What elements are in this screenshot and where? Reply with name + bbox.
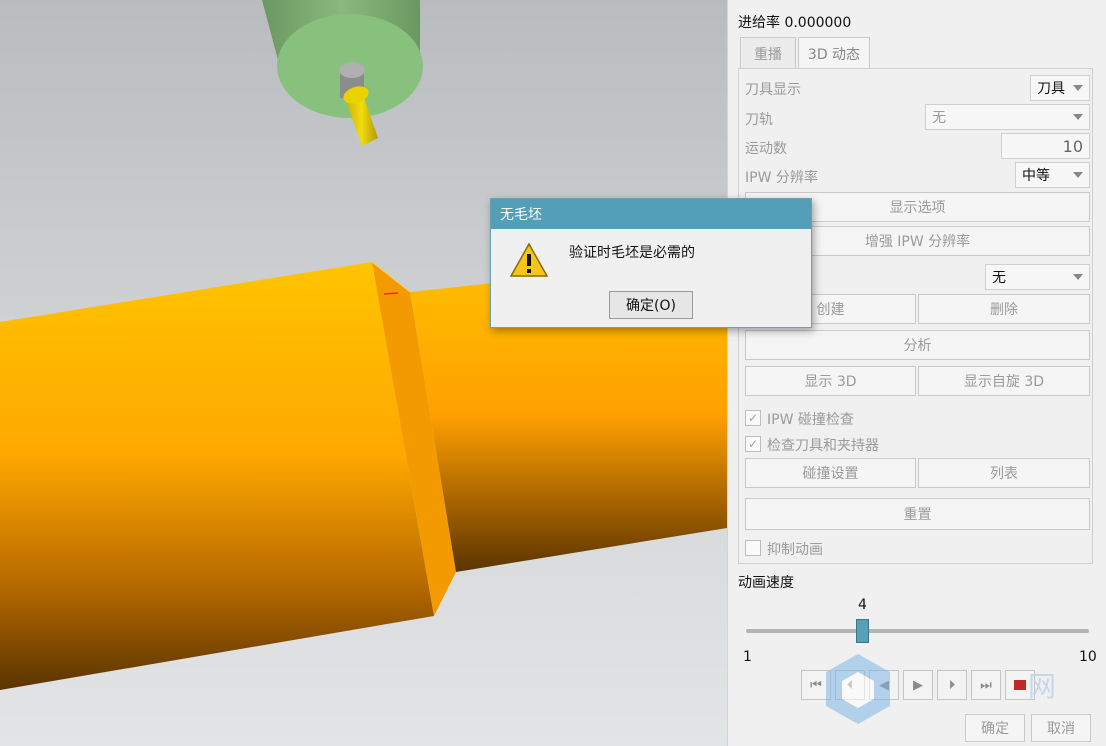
animation-speed-label: 动画速度 [738,575,794,591]
feed-rate-label: 进给率 0.000000 [738,15,852,31]
animation-speed-value: 4 [858,597,867,613]
stop-icon [1014,680,1026,690]
toolpath-label: 刀轨 [745,112,773,128]
suppress-animation-label: 抑制动画 [767,542,823,558]
ipw-resolution-value: 中等 [1022,168,1050,184]
ok-button[interactable]: 确定 [965,714,1025,742]
tool-holder [262,0,423,118]
toolpath-select[interactable]: 无 [925,104,1090,130]
show-self-rotate-3d-button[interactable]: 显示自旋 3D [918,366,1090,396]
chevron-down-icon [1073,172,1083,178]
tool-display-select[interactable]: 刀具 [1030,75,1090,101]
warning-icon [509,242,549,282]
collision-settings-button[interactable]: 碰撞设置 [745,458,916,488]
no-blank-dialog: 无毛坯 验证时毛坯是必需的 确定(O) [490,198,812,328]
ipw-collision-checkbox[interactable]: ✓ [745,410,761,426]
skip-forward-icon: ⏭ [980,677,992,693]
toolpath-value: 无 [932,110,946,126]
tab-replay[interactable]: 重播 [740,37,796,69]
motion-count-label: 运动数 [745,141,787,157]
watermark-logo [820,650,896,726]
ipw-combo-value: 无 [992,270,1006,286]
motion-count-input[interactable]: 10 [1001,133,1090,159]
animation-speed-slider-thumb[interactable] [856,619,869,643]
fast-forward-button[interactable]: ⏭ [971,670,1001,700]
dialog-message: 验证时毛坯是必需的 [569,245,695,261]
animation-speed-min: 1 [743,649,752,665]
show-3d-button[interactable]: 显示 3D [745,366,916,396]
step-forward-button[interactable]: ⏵ [937,670,967,700]
tool-display-label: 刀具显示 [745,82,801,98]
play-button[interactable]: ▶ [903,670,933,700]
3d-viewport[interactable] [0,0,727,746]
ipw-combo[interactable]: 无 [985,264,1090,290]
dialog-title: 无毛坯 [491,199,811,229]
tool-display-value: 刀具 [1037,81,1065,97]
play-icon: ▶ [913,677,923,693]
delete-button[interactable]: 删除 [918,294,1090,324]
dialog-ok-button[interactable]: 确定(O) [609,291,693,319]
watermark-text: 网 [1028,670,1057,703]
ipw-resolution-select[interactable]: 中等 [1015,162,1090,188]
step-forward-icon: ⏵ [948,677,956,693]
analyze-button[interactable]: 分析 [745,330,1090,360]
chevron-down-icon [1073,85,1083,91]
reset-button[interactable]: 重置 [745,498,1090,530]
check-tool-holder-label: 检查刀具和夹持器 [767,438,879,454]
cancel-button[interactable]: 取消 [1031,714,1091,742]
list-button[interactable]: 列表 [918,458,1090,488]
verify-panel: 进给率 0.000000 重播 3D 动态 刀具显示 刀具 刀轨 无 运动数 1… [727,0,1106,746]
simulation-scene [0,0,727,690]
check-tool-holder-checkbox[interactable]: ✓ [745,436,761,452]
animation-speed-track [746,629,1089,633]
ipw-collision-label: IPW 碰撞检查 [767,412,854,428]
animation-speed-max: 10 [1079,649,1097,665]
suppress-animation-checkbox[interactable] [745,540,761,556]
ipw-resolution-label: IPW 分辨率 [745,170,818,186]
chevron-down-icon [1073,114,1083,120]
chevron-down-icon [1073,274,1083,280]
tab-3d-dynamic[interactable]: 3D 动态 [798,37,870,69]
